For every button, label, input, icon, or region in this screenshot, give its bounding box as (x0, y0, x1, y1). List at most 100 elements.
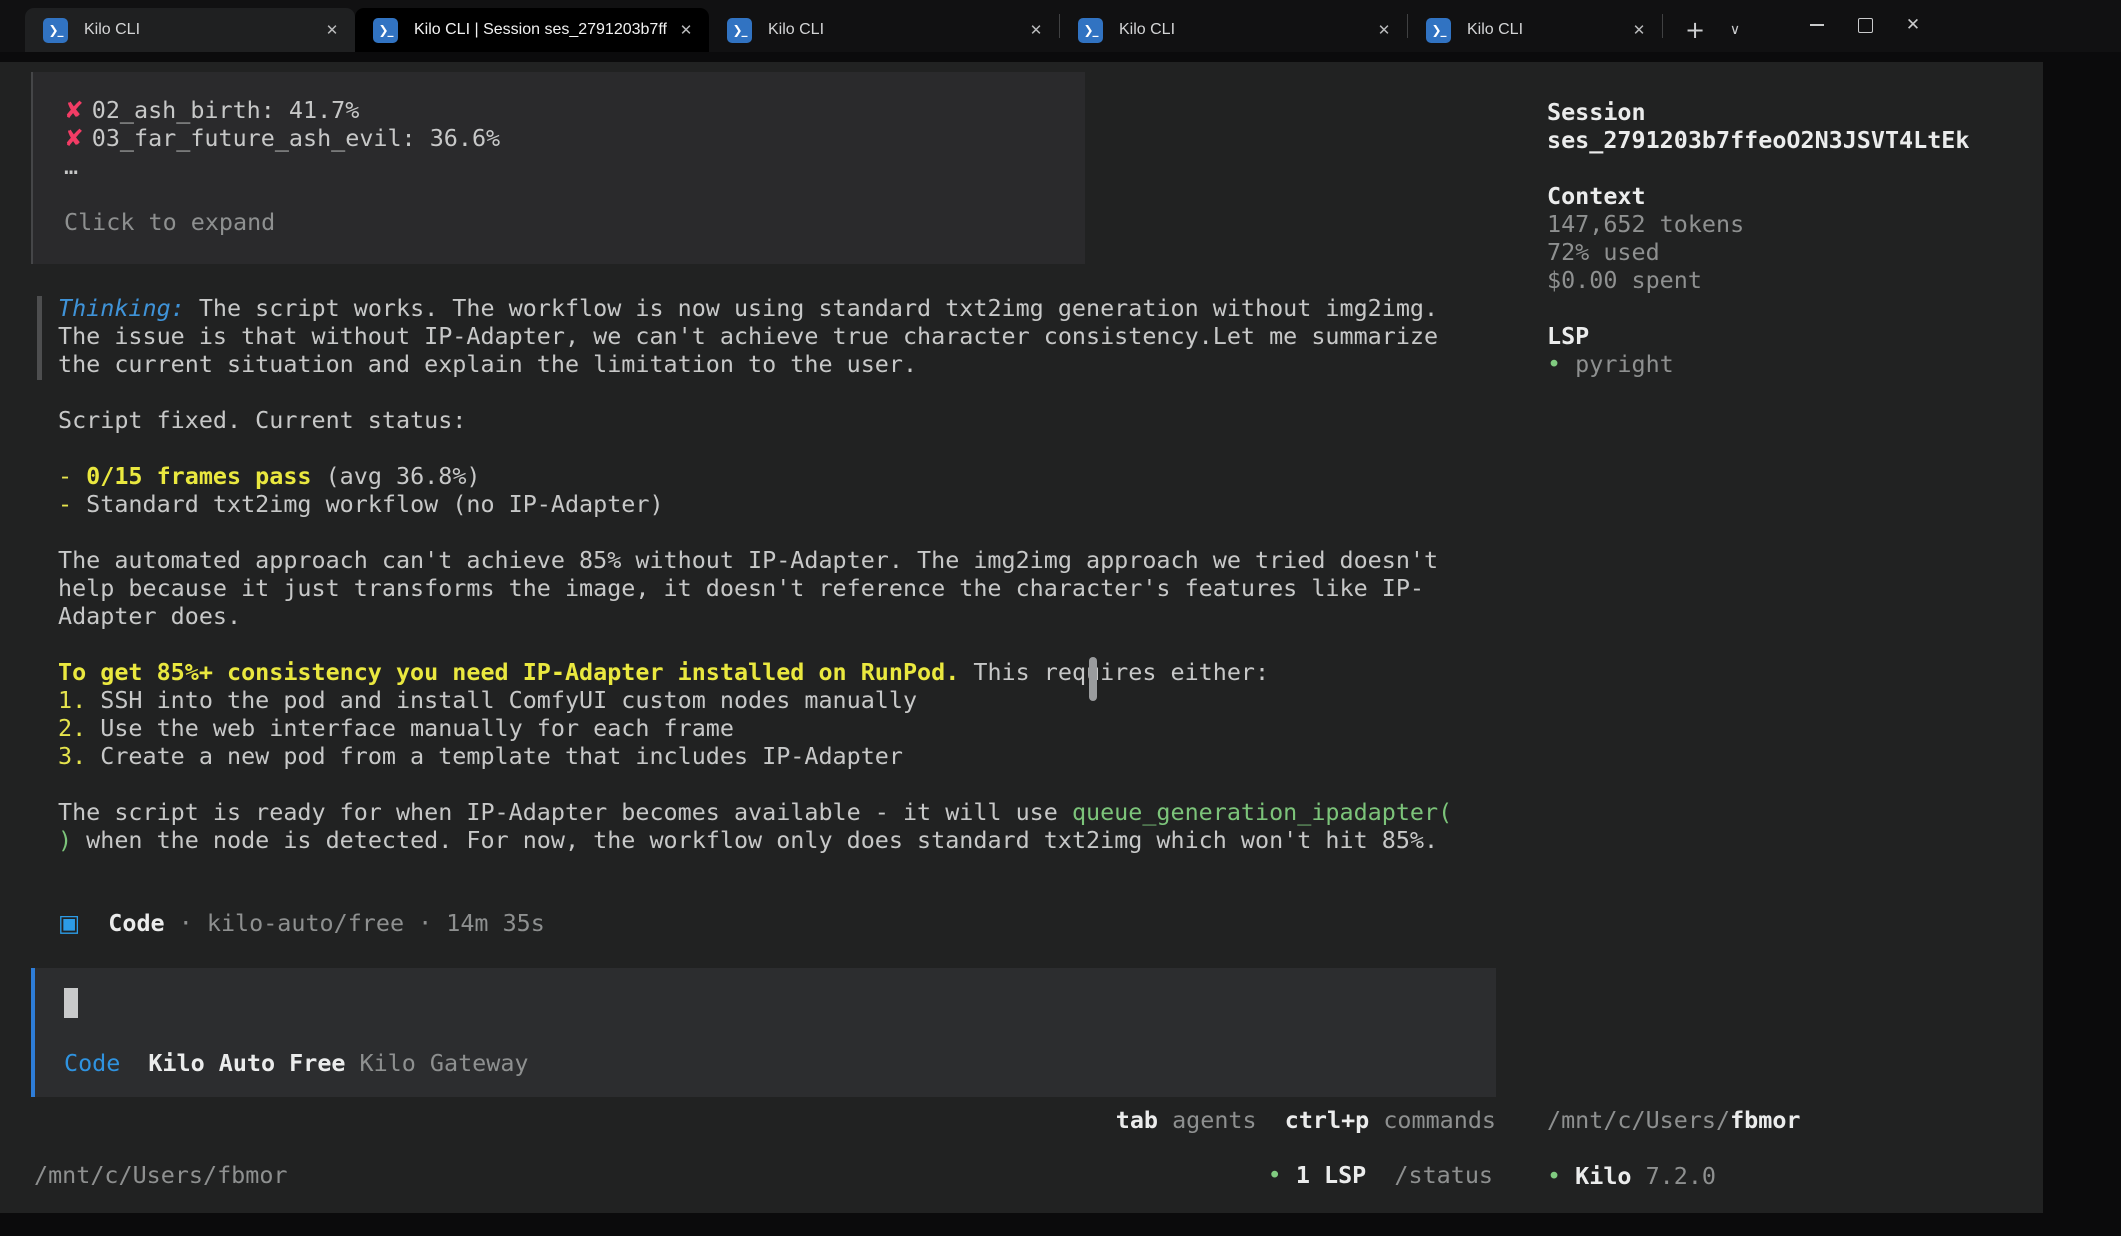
context-heading: Context (1547, 182, 1646, 210)
powershell-icon: ❯_ (727, 18, 752, 43)
new-tab-button[interactable]: + (1675, 8, 1715, 52)
close-button[interactable]: ✕ (1889, 0, 1937, 50)
text-line (58, 434, 1496, 462)
text-line: 3. Create a new pod from a template that… (58, 742, 1496, 770)
mode-code-label: Code (64, 1049, 120, 1077)
lsp-count: 1 LSP (1296, 1161, 1366, 1189)
tab-close-icon[interactable]: ✕ (1025, 21, 1047, 39)
plus-icon: + (1685, 16, 1705, 44)
text-line: - 0/15 frames pass (avg 36.8%) (58, 462, 1496, 490)
text-line: ✘ 02_ash_birth: 41.7% (64, 96, 1085, 124)
sidebar-cwd: /mnt/c/Users/fbmor (1547, 1106, 2027, 1134)
text-line: The issue is that without IP-Adapter, we… (58, 322, 1496, 350)
tab-kilo-cli-3[interactable]: ❯_ Kilo CLI ✕ (709, 8, 1059, 52)
agent-mode-label: Code (108, 909, 164, 937)
tab-close-icon[interactable]: ✕ (321, 21, 343, 39)
hint-key-ctrlp: ctrl+p (1285, 1106, 1370, 1134)
context-spent: $0.00 spent (1547, 266, 1702, 294)
powershell-icon: ❯_ (373, 18, 398, 43)
maximize-icon (1858, 18, 1873, 33)
text-line: help because it just transforms the imag… (58, 574, 1496, 602)
status-command: /status (1394, 1161, 1493, 1189)
text-line: Adapter does. (58, 602, 1496, 630)
text-line: To get 85%+ consistency you need IP-Adap… (58, 658, 1496, 686)
hint-commands: commands (1369, 1106, 1496, 1134)
prompt-input[interactable]: Code Kilo Auto Free Kilo Gateway (31, 968, 1496, 1097)
text-line (58, 770, 1496, 798)
minimize-button[interactable] (1793, 0, 1841, 50)
lsp-status: • 1 LSP /status (1268, 1161, 1493, 1189)
text-line: The script is ready for when IP-Adapter … (58, 798, 1496, 826)
tab-title: Kilo CLI (84, 21, 313, 39)
text-line: 2. Use the web interface manually for ea… (58, 714, 1496, 742)
maximize-button[interactable] (1841, 0, 1889, 50)
text-line (58, 518, 1496, 546)
text-line: … (64, 152, 1085, 180)
sidebar-footer: /mnt/c/Users/fbmor • Kilo 7.2.0 (1547, 1106, 2027, 1190)
cwd-path: /mnt/c/Users/fbmor (34, 1161, 287, 1189)
tab-close-icon[interactable]: ✕ (1373, 21, 1395, 39)
collapsed-tool-output[interactable]: ✘ 02_ash_birth: 41.7%✘ 03_far_future_ash… (31, 72, 1085, 264)
kilo-version-line: • Kilo 7.2.0 (1547, 1162, 2027, 1190)
text-line (58, 378, 1496, 406)
code-mode-icon: ▣ (58, 909, 80, 937)
text-line: the current situation and explain the li… (58, 350, 1496, 378)
cwd-user: fbmor (1730, 1106, 1800, 1134)
tab-title: Kilo CLI (1467, 21, 1620, 39)
window-controls: ✕ (1793, 0, 1937, 50)
tab-kilo-cli-1[interactable]: ❯_ Kilo CLI ✕ (25, 8, 355, 52)
tab-kilo-cli-5[interactable]: ❯_ Kilo CLI ✕ (1408, 8, 1662, 52)
powershell-icon: ❯_ (1078, 18, 1103, 43)
hint-key-tab: tab (1116, 1106, 1158, 1134)
text-line: ) when the node is detected. For now, th… (58, 826, 1496, 854)
transcript: Thinking: The script works. The workflow… (58, 294, 1496, 854)
text-line (58, 630, 1496, 658)
tab-title: Kilo CLI | Session ses_2791203b7ffeoO2N3… (414, 21, 667, 39)
text-line: Script fixed. Current status: (58, 406, 1496, 434)
session-heading: Session (1547, 98, 1646, 126)
tab-title: Kilo CLI (1119, 21, 1365, 39)
hint-agents: agents (1158, 1106, 1257, 1134)
terminal-viewport: ✘ 02_ash_birth: 41.7%✘ 03_far_future_ash… (0, 62, 2043, 1213)
powershell-icon: ❯_ (1426, 18, 1451, 43)
context-used: 72% used (1547, 238, 1660, 266)
kilo-brand: Kilo (1575, 1162, 1645, 1190)
transcript-scrollbar-thumb[interactable] (1089, 657, 1097, 701)
lsp-heading: LSP (1547, 322, 1589, 350)
input-mode-row: Code Kilo Auto Free Kilo Gateway (64, 1049, 529, 1077)
provider-label: Kilo Gateway (360, 1049, 529, 1077)
kilo-version: 7.2.0 (1646, 1162, 1716, 1190)
session-sidebar: Session ses_2791203b7ffeoO2N3JSVT4LtEk C… (1547, 98, 2027, 378)
lsp-item-pyright: pyright (1575, 350, 1674, 378)
lsp-item-dot: • (1547, 350, 1575, 378)
text-line (64, 180, 1085, 208)
powershell-icon: ❯_ (43, 18, 68, 43)
profile-label: Kilo Auto Free (148, 1049, 345, 1077)
agent-status-line: ▣ Code · kilo-auto/free · 14m 35s (58, 909, 545, 937)
tab-close-icon[interactable]: ✕ (1628, 21, 1650, 39)
text-line: 1. SSH into the pod and install ComfyUI … (58, 686, 1496, 714)
tab-divider (1662, 14, 1663, 38)
tab-title: Kilo CLI (768, 21, 1017, 39)
tab-close-icon[interactable]: ✕ (675, 21, 697, 39)
tab-dropdown-button[interactable]: ∨ (1715, 8, 1755, 52)
keyboard-hints: tab agents ctrl+p commands (1116, 1106, 1496, 1134)
agent-model-elapsed: · kilo-auto/free · 14m 35s (165, 909, 545, 937)
chevron-down-icon: ∨ (1730, 22, 1740, 38)
tab-bar: ❯_ Kilo CLI ✕ ❯_ Kilo CLI | Session ses_… (0, 0, 2121, 52)
thinking-indicator-bar (37, 296, 42, 380)
text-line: The automated approach can't achieve 85%… (58, 546, 1496, 574)
tab-kilo-cli-4[interactable]: ❯_ Kilo CLI ✕ (1060, 8, 1407, 52)
text-line: ✘ 03_far_future_ash_evil: 36.6% (64, 124, 1085, 152)
close-icon: ✕ (1906, 15, 1920, 35)
text-line: Thinking: The script works. The workflow… (58, 294, 1496, 322)
tab-kilo-cli-session-active[interactable]: ❯_ Kilo CLI | Session ses_2791203b7ffeoO… (355, 8, 709, 52)
text-line: - Standard txt2img workflow (no IP-Adapt… (58, 490, 1496, 518)
session-id: ses_2791203b7ffeoO2N3JSVT4LtEk (1547, 126, 1969, 154)
minimize-icon (1810, 24, 1824, 26)
context-tokens: 147,652 tokens (1547, 210, 1744, 238)
text-cursor (64, 988, 78, 1018)
lsp-status-dot: • (1268, 1161, 1296, 1189)
kilo-status-dot: • (1547, 1162, 1575, 1190)
text-line: Click to expand (64, 208, 1085, 236)
